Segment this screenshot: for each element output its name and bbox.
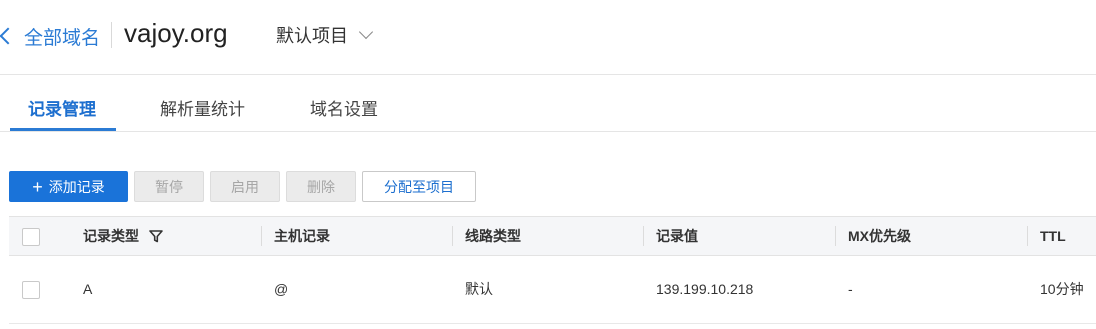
- column-header-line-type: 线路类型: [465, 228, 521, 244]
- column-header-ttl: TTL: [1040, 228, 1066, 244]
- project-select[interactable]: 默认项目: [276, 22, 374, 48]
- filter-icon[interactable]: [149, 229, 163, 243]
- column-header-host-record: 主机记录: [274, 228, 330, 244]
- cell-mx-priority: -: [848, 281, 853, 297]
- column-header-mx-priority: MX优先级: [848, 228, 911, 244]
- add-record-button[interactable]: + 添加记录: [9, 171, 128, 202]
- cell-line-type: 默认: [465, 281, 493, 297]
- column-separator: [835, 226, 836, 246]
- assign-to-project-button[interactable]: 分配至项目: [362, 171, 476, 202]
- column-separator: [1027, 226, 1028, 246]
- cell-record-value: 139.199.10.218: [656, 281, 754, 297]
- enable-button[interactable]: 启用: [210, 171, 280, 202]
- cell-record-type: A: [83, 281, 93, 297]
- delete-button[interactable]: 删除: [286, 171, 356, 202]
- cell-ttl: 10分钟: [1040, 281, 1084, 297]
- column-header-record-type: 记录类型: [83, 217, 163, 255]
- column-separator: [261, 226, 262, 246]
- row-checkbox[interactable]: [22, 281, 40, 299]
- back-link-label: 全部域名: [24, 27, 101, 49]
- tab-bar: 记录管理 解析量统计 域名设置: [0, 75, 1096, 132]
- tab-record-management[interactable]: 记录管理: [28, 95, 96, 120]
- project-select-value: 默认项目: [276, 26, 348, 46]
- back-to-all-domains-link[interactable]: 全部域名: [0, 20, 100, 52]
- add-record-label: 添加记录: [48, 178, 105, 195]
- table-header: 记录类型 主机记录 线路类型 记录值 MX优先级 TTL: [9, 216, 1096, 256]
- tab-domain-settings[interactable]: 域名设置: [310, 95, 378, 120]
- chevron-down-icon: [358, 24, 374, 40]
- plus-icon: +: [32, 176, 43, 197]
- column-separator: [452, 226, 453, 246]
- column-separator: [643, 226, 644, 246]
- select-all-checkbox[interactable]: [22, 228, 40, 246]
- domain-header: 全部域名 vajoy.org 默认项目: [0, 0, 1096, 75]
- tab-resolution-stats[interactable]: 解析量统计: [160, 95, 245, 120]
- cell-host-record: @: [274, 281, 289, 297]
- column-header-record-value: 记录值: [656, 228, 698, 244]
- chevron-left-icon: [0, 27, 17, 45]
- active-tab-indicator: [10, 128, 116, 131]
- header-divider: [111, 22, 112, 48]
- domain-title: vajoy.org: [124, 18, 228, 48]
- table-row[interactable]: A @ 默认 139.199.10.218 - 10分钟: [9, 256, 1096, 324]
- pause-button[interactable]: 暂停: [134, 171, 204, 202]
- column-header-label: 记录类型: [83, 228, 139, 244]
